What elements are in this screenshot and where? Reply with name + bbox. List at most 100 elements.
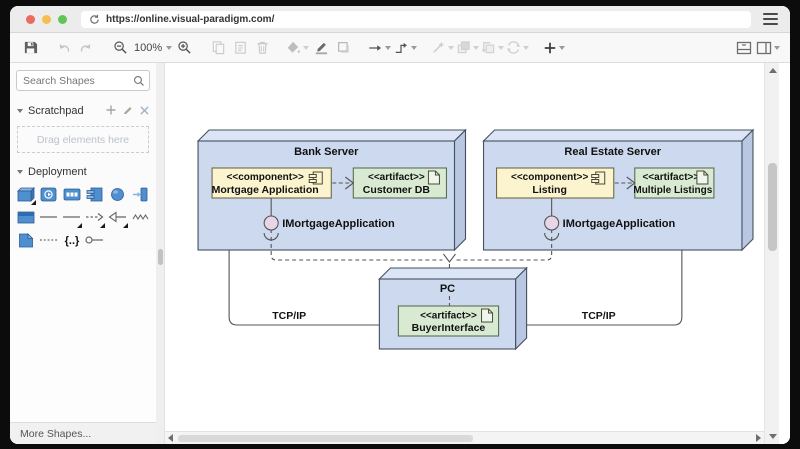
rotate-shape-button[interactable] xyxy=(506,37,529,59)
delete-button[interactable] xyxy=(252,37,272,59)
artifact-stereotype: <<artifact>> xyxy=(420,311,477,322)
palette-dependency-link[interactable] xyxy=(85,209,105,225)
artifact-icon xyxy=(428,171,439,184)
undo-button[interactable] xyxy=(54,37,74,59)
chevron-down-icon xyxy=(411,46,417,50)
listing-component[interactable]: <<component>> Listing xyxy=(497,168,614,198)
deployment-section-header[interactable]: Deployment xyxy=(10,160,156,183)
palette-constraint-shape[interactable]: {..} xyxy=(62,232,82,248)
svg-text:{..}: {..} xyxy=(64,235,79,247)
pc-node[interactable]: PC <<artifact>> BuyerInterface xyxy=(379,268,526,349)
bank-server-node[interactable]: Bank Server <<component>> Mortgage Appli… xyxy=(198,130,465,250)
minimize-window-button[interactable] xyxy=(42,15,51,24)
palette-association-link[interactable] xyxy=(39,209,59,225)
line-color-button[interactable] xyxy=(311,37,331,59)
palette-sphere-shape[interactable] xyxy=(108,186,128,202)
submenu-corner-icon xyxy=(123,223,128,228)
paste-button[interactable] xyxy=(230,37,250,59)
artifact-stereotype: <<artifact>> xyxy=(642,172,699,183)
palette-link-shape[interactable] xyxy=(62,209,82,225)
customer-db-artifact[interactable]: <<artifact>> Customer DB xyxy=(353,168,446,198)
scratchpad-close-icon[interactable] xyxy=(140,102,149,120)
vertical-scrollbar[interactable] xyxy=(764,63,779,444)
palette-artifact-shape[interactable] xyxy=(16,232,36,248)
scroll-left-icon[interactable] xyxy=(168,434,173,442)
edge-style-button[interactable] xyxy=(431,37,454,59)
palette-node-instance-shape[interactable] xyxy=(16,209,36,225)
insert-shape-button[interactable] xyxy=(543,37,565,59)
shape-palette: {..} xyxy=(10,183,156,250)
zoom-in-button[interactable] xyxy=(174,37,194,59)
save-button[interactable] xyxy=(20,37,40,59)
scroll-up-icon[interactable] xyxy=(769,68,777,73)
redo-button[interactable] xyxy=(76,37,96,59)
bring-forward-button[interactable] xyxy=(456,37,479,59)
scratchpad-header[interactable]: Scratchpad xyxy=(10,96,156,125)
browser-titlebar: https://online.visual-paradigm.com/ xyxy=(10,6,790,33)
chevron-down-icon xyxy=(448,46,454,50)
horizontal-scrollbar[interactable] xyxy=(165,431,764,444)
chevron-down-icon xyxy=(385,46,391,50)
close-window-button[interactable] xyxy=(26,15,35,24)
horizontal-scrollbar-thumb[interactable] xyxy=(178,435,473,442)
palette-node-shape[interactable] xyxy=(16,186,36,202)
pc-title: PC xyxy=(440,283,455,295)
sidebar-scrollbar-thumb[interactable] xyxy=(158,249,163,265)
palette-communication-path-link[interactable] xyxy=(131,209,151,225)
url-text: https://online.visual-paradigm.com/ xyxy=(106,14,274,25)
search-icon xyxy=(133,74,145,92)
sidebar-scrollbar[interactable] xyxy=(156,63,165,444)
chevron-down-icon xyxy=(498,46,504,50)
connection-style-button[interactable] xyxy=(367,37,391,59)
real-estate-server-node[interactable]: Real Estate Server <<component>> Listing… xyxy=(484,130,753,250)
mortgage-application-component[interactable]: <<component>> Mortgage Application xyxy=(212,168,332,198)
component-name: Mortgage Application xyxy=(212,184,319,196)
toggle-format-panel-button[interactable] xyxy=(756,37,780,59)
scroll-down-icon[interactable] xyxy=(769,434,777,439)
reload-icon[interactable] xyxy=(89,14,100,25)
chevron-down-icon xyxy=(523,46,529,50)
component-stereotype: <<component>> xyxy=(227,172,304,183)
shape-sidebar: Scratchpad Drag elements here Deployment xyxy=(10,63,156,444)
browser-menu-icon[interactable] xyxy=(763,13,778,26)
scratchpad-add-icon[interactable] xyxy=(106,102,116,120)
tcp-link-left[interactable]: TCP/IP xyxy=(229,250,379,325)
maximize-window-button[interactable] xyxy=(58,15,67,24)
real-estate-server-title: Real Estate Server xyxy=(564,146,661,158)
scratchpad-edit-icon[interactable] xyxy=(123,102,133,120)
zoom-level-dropdown[interactable]: 100% xyxy=(132,37,172,59)
scratchpad-drop-area[interactable]: Drag elements here xyxy=(17,126,149,153)
toggle-bottom-panel-button[interactable] xyxy=(734,37,754,59)
search-shapes-input[interactable] xyxy=(16,70,150,91)
palette-port-component-shape[interactable] xyxy=(131,186,151,202)
buyer-interface-artifact[interactable]: <<artifact>> BuyerInterface xyxy=(398,306,498,336)
multiple-listings-artifact[interactable]: <<artifact>> Multiple Listings xyxy=(633,168,714,198)
palette-dashed-link[interactable] xyxy=(39,232,59,248)
send-backward-button[interactable] xyxy=(481,37,504,59)
palette-device-shape[interactable] xyxy=(62,186,82,202)
fill-color-button[interactable] xyxy=(286,37,309,59)
collapse-icon xyxy=(17,109,23,113)
artifact-icon xyxy=(482,309,493,322)
address-bar[interactable]: https://online.visual-paradigm.com/ xyxy=(81,11,751,28)
palette-generalization-link[interactable] xyxy=(108,209,128,225)
more-shapes-button[interactable]: More Shapes... xyxy=(10,422,156,444)
palette-provided-interface-link[interactable] xyxy=(85,232,105,248)
scratchpad-drop-hint: Drag elements here xyxy=(37,134,129,146)
editor-toolbar: 100% xyxy=(10,33,790,63)
browser-window: https://online.visual-paradigm.com/ 100% xyxy=(10,6,790,444)
zoom-out-button[interactable] xyxy=(110,37,130,59)
diagram-canvas[interactable]: TCP/IP TCP/IP Bank Server xyxy=(165,63,764,431)
palette-deployment-spec-shape[interactable] xyxy=(39,186,59,202)
realestate-interface-label: IMortgageApplication xyxy=(563,218,676,230)
artifact-name: Customer DB xyxy=(363,184,431,196)
vertical-scrollbar-thumb[interactable] xyxy=(768,163,777,251)
chevron-down-icon xyxy=(559,46,565,50)
waypoint-style-button[interactable] xyxy=(393,37,417,59)
tcp-link-right[interactable]: TCP/IP xyxy=(516,250,682,325)
window-controls xyxy=(26,15,67,24)
shadow-button[interactable] xyxy=(333,37,353,59)
copy-button[interactable] xyxy=(208,37,228,59)
palette-component-shape[interactable] xyxy=(85,186,105,202)
scroll-right-icon[interactable] xyxy=(756,434,761,442)
